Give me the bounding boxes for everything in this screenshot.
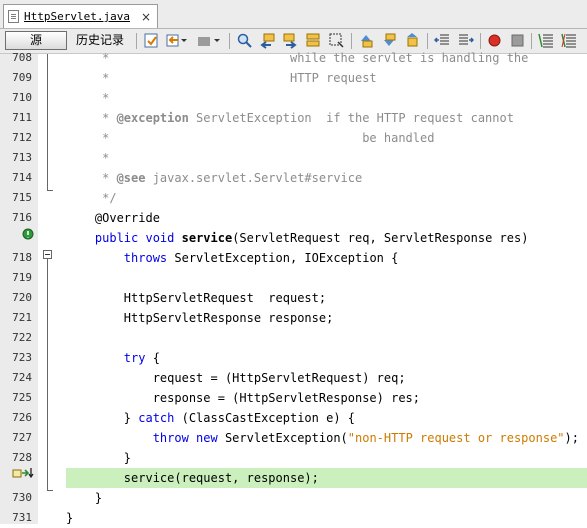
find-next-icon[interactable]	[282, 32, 299, 49]
line-number: 722	[12, 331, 32, 344]
line-number: 719	[12, 271, 32, 284]
line-number: 731	[12, 511, 32, 524]
code-line[interactable]: *	[66, 148, 587, 168]
code-line[interactable]: response = (HttpServletResponse) res;	[66, 388, 587, 408]
code-line[interactable]: HttpServletRequest request;	[66, 288, 587, 308]
back-dropdown-icon[interactable]	[180, 32, 188, 49]
fold-margin	[38, 54, 58, 524]
code-line[interactable]	[66, 268, 587, 288]
start-macro-icon[interactable]	[486, 32, 503, 49]
line-number: 730	[12, 491, 32, 504]
line-number: 710	[12, 91, 32, 104]
code-line[interactable]: * @see javax.servlet.Servlet#service	[66, 168, 587, 188]
line-number: 718	[12, 251, 32, 264]
code-line[interactable]: @Override	[66, 208, 587, 228]
code-line[interactable]: * HTTP request	[66, 68, 587, 88]
call-hierarchy-icon[interactable]	[12, 467, 36, 481]
current-code-line[interactable]: service(request, response);	[66, 468, 587, 488]
tab-label: HttpServlet.java	[24, 10, 130, 23]
shift-right-icon[interactable]	[457, 32, 474, 49]
uncomment-icon[interactable]	[561, 32, 578, 49]
rectangular-selection-icon[interactable]	[328, 32, 345, 49]
code-line[interactable]: * be handled	[66, 128, 587, 148]
line-number: 713	[12, 151, 32, 164]
code-line[interactable]: try {	[66, 348, 587, 368]
toolbar-separator	[531, 33, 532, 49]
line-number: 726	[12, 411, 32, 424]
forward-icon[interactable]	[196, 32, 213, 49]
line-number: 708	[12, 51, 32, 64]
toggle-highlight-icon[interactable]	[305, 32, 322, 49]
code-line[interactable]	[66, 328, 587, 348]
last-edit-icon[interactable]	[143, 32, 160, 49]
fold-end	[47, 190, 53, 191]
line-number: 709	[12, 71, 32, 84]
code-line[interactable]: request = (HttpServletRequest) req;	[66, 368, 587, 388]
line-number: 727	[12, 431, 32, 444]
line-number: 728	[12, 451, 32, 464]
editor-tab[interactable]: HttpServlet.java ×	[3, 4, 159, 28]
code-line[interactable]: */	[66, 188, 587, 208]
fold-line	[47, 259, 48, 490]
override-annotation-icon[interactable]	[22, 228, 34, 240]
code-line[interactable]: throws ServletException, IOException {	[66, 248, 587, 268]
next-bookmark-icon[interactable]	[381, 32, 398, 49]
fold-collapse-icon[interactable]	[43, 250, 52, 259]
forward-dropdown-icon[interactable]	[213, 32, 221, 49]
code-line[interactable]: }	[66, 508, 587, 528]
comment-icon[interactable]	[538, 32, 555, 49]
code-line[interactable]: * @exception ServletException if the HTT…	[66, 108, 587, 128]
toolbar-separator	[229, 33, 230, 49]
line-number: 725	[12, 391, 32, 404]
line-number: 723	[12, 351, 32, 364]
code-editor[interactable]: * while the servlet is handling the 708 *…	[0, 51, 587, 525]
shift-left-icon[interactable]	[434, 32, 451, 49]
code-line[interactable]: throw new ServletException("non-HTTP req…	[66, 428, 587, 448]
code-line[interactable]: } catch (ClassCastException e) {	[66, 408, 587, 428]
line-number: 715	[12, 191, 32, 204]
toolbar-separator	[351, 33, 352, 49]
line-number: 716	[12, 211, 32, 224]
close-tab-icon[interactable]: ×	[141, 10, 151, 24]
toggle-bookmark-icon[interactable]	[404, 32, 421, 49]
line-number: 724	[12, 371, 32, 384]
code-line[interactable]: HttpServletResponse response;	[66, 308, 587, 328]
code-line[interactable]: *	[66, 88, 587, 108]
stop-macro-icon[interactable]	[509, 32, 526, 49]
tab-bar: HttpServlet.java ×	[0, 0, 587, 29]
toolbar-separator	[480, 33, 481, 49]
line-number: 721	[12, 311, 32, 324]
toolbar-separator	[136, 33, 137, 49]
line-number: 720	[12, 291, 32, 304]
line-number: 711	[12, 111, 32, 124]
fold-end	[47, 490, 53, 491]
find-icon[interactable]	[236, 32, 253, 49]
line-number: 712	[12, 131, 32, 144]
find-previous-icon[interactable]	[259, 32, 276, 49]
line-number: 714	[12, 171, 32, 184]
code-line[interactable]: }	[66, 488, 587, 508]
fold-line	[47, 54, 48, 190]
toolbar-separator	[427, 33, 428, 49]
java-file-icon	[8, 10, 19, 23]
code-line[interactable]: public void service(ServletRequest req, …	[66, 228, 587, 248]
code-line[interactable]: * while the servlet is handling the	[66, 48, 587, 68]
previous-bookmark-icon[interactable]	[358, 32, 375, 49]
code-line[interactable]: }	[66, 448, 587, 468]
